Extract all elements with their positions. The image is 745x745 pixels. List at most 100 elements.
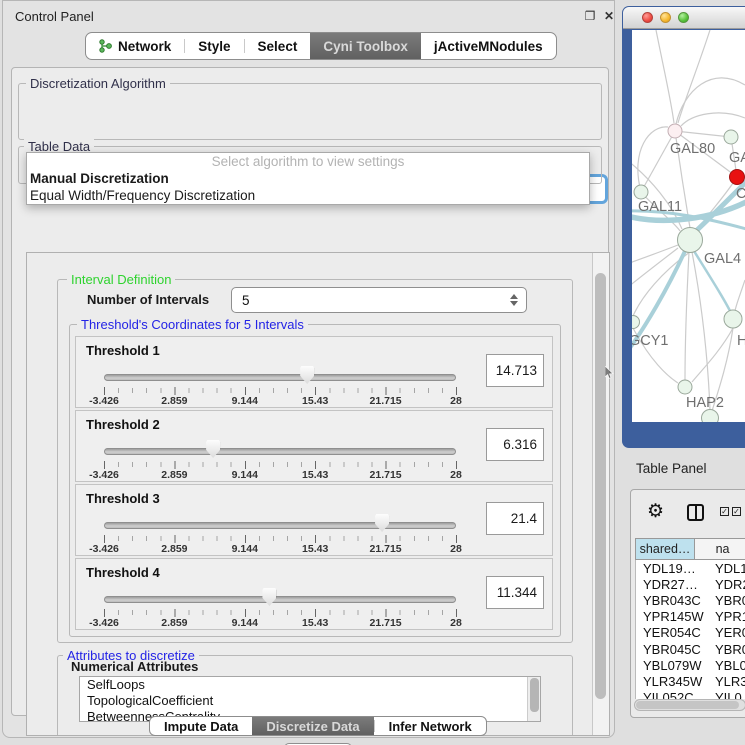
table-row[interactable]: YIL052CYIL0 bbox=[636, 690, 745, 700]
table-row[interactable]: YDL19…YDL1 bbox=[636, 560, 745, 576]
threshold-value-field[interactable]: 21.4 bbox=[486, 502, 544, 535]
threshold-3-panel: Threshold 3 -3.426 2.859 9.144 15.43 21.… bbox=[75, 484, 553, 556]
table-row[interactable]: YBL079WYBL0 bbox=[636, 657, 745, 673]
table-row[interactable]: YER054CYER0 bbox=[636, 625, 745, 641]
threshold-value-field[interactable]: 11.344 bbox=[486, 576, 544, 609]
threshold-slider-track[interactable] bbox=[104, 448, 456, 455]
tick-label: 9.144 bbox=[232, 395, 258, 407]
columns-icon[interactable] bbox=[687, 504, 704, 521]
table-panel-toolbar: ⚙ ✓ ✓ bbox=[631, 490, 745, 534]
numerical-attributes-label: Numerical Attributes bbox=[71, 659, 198, 674]
threshold-label: Threshold 3 bbox=[86, 491, 160, 506]
threshold-value-field[interactable]: 14.713 bbox=[486, 354, 544, 387]
slider-tick-labels: -3.426 2.859 9.144 15.43 21.715 28 bbox=[104, 543, 456, 555]
network-window-titlebar[interactable] bbox=[623, 7, 745, 29]
zoom-traffic-light-icon[interactable] bbox=[678, 12, 689, 23]
tab-infer-network[interactable]: Infer Network bbox=[375, 717, 486, 735]
list-item[interactable]: SelfLoops bbox=[80, 677, 540, 693]
threshold-slider-track[interactable] bbox=[104, 596, 456, 603]
tick-label: 15.43 bbox=[302, 617, 328, 629]
table-horizontal-scrollbar[interactable] bbox=[634, 699, 745, 711]
cell: YBR045C bbox=[636, 642, 709, 657]
tab-label: jActiveMNodules bbox=[434, 39, 543, 54]
threshold-slider-thumb[interactable] bbox=[375, 514, 389, 532]
cell: YBL079W bbox=[636, 658, 709, 673]
table-row[interactable]: YPR145WYPR1 bbox=[636, 609, 745, 625]
tick-label: 21.715 bbox=[370, 395, 402, 407]
tab-label: Discretize Data bbox=[266, 719, 359, 734]
cell: YBR0 bbox=[709, 593, 745, 608]
checkbox-checked-icon[interactable]: ✓ bbox=[720, 507, 729, 516]
dropdown-option-equal-width-frequency[interactable]: Equal Width/Frequency Discretization bbox=[27, 187, 589, 204]
table-row[interactable]: YLR345WYLR3 bbox=[636, 673, 745, 689]
network-graph bbox=[632, 30, 745, 422]
tab-style[interactable]: Style bbox=[185, 33, 243, 59]
minimize-traffic-light-icon[interactable] bbox=[660, 12, 671, 23]
cell: YDL19… bbox=[636, 561, 709, 576]
slider-tick-labels: -3.426 2.859 9.144 15.43 21.715 28 bbox=[104, 395, 456, 407]
control-panel-tabbar: Network Style Select Cyni Toolbox jActiv… bbox=[85, 32, 557, 60]
cell: YDR27… bbox=[636, 577, 709, 592]
group-title-thresholds: Threshold's Coordinates for 5 Intervals bbox=[77, 317, 308, 332]
table-panel-title: Table Panel bbox=[636, 461, 707, 476]
tab-label: Style bbox=[198, 39, 230, 54]
number-of-intervals-combobox[interactable]: 5 bbox=[231, 287, 527, 313]
threshold-1-panel: Threshold 1 -3.426 2.859 9.144 15.43 21.… bbox=[75, 336, 553, 408]
threshold-slider-track[interactable] bbox=[104, 374, 456, 381]
column-header-shared[interactable]: shared… bbox=[635, 539, 694, 559]
threshold-slider-track[interactable] bbox=[104, 522, 456, 529]
close-traffic-light-icon[interactable] bbox=[642, 12, 653, 23]
table-body: YDL19…YDL1 YDR27…YDR2 YBR043CYBR0 YPR145… bbox=[635, 560, 745, 699]
network-graph-icon bbox=[99, 39, 112, 53]
tick-label: 28 bbox=[450, 543, 462, 555]
tab-select[interactable]: Select bbox=[245, 33, 311, 59]
node-hap2 bbox=[678, 380, 692, 394]
algorithm-dropdown-popup: Select algorithm to view settings Manual… bbox=[26, 152, 590, 205]
tab-jactivemnodules[interactable]: jActiveMNodules bbox=[421, 33, 556, 59]
tab-cyni-toolbox[interactable]: Cyni Toolbox bbox=[310, 33, 421, 59]
threshold-slider-thumb[interactable] bbox=[206, 440, 220, 458]
threshold-value-field[interactable]: 6.316 bbox=[486, 428, 544, 461]
threshold-slider-thumb[interactable] bbox=[262, 588, 276, 606]
slider-major-ticks bbox=[104, 387, 457, 395]
column-header-name[interactable]: na bbox=[694, 539, 745, 559]
tick-label: 15.43 bbox=[302, 469, 328, 481]
node-gal11 bbox=[634, 185, 648, 199]
node-selected-red bbox=[730, 170, 745, 185]
table-row[interactable]: YDR27…YDR2 bbox=[636, 576, 745, 592]
settings-vertical-scrollbar[interactable] bbox=[592, 253, 609, 735]
number-of-intervals-label: Number of Intervals bbox=[87, 292, 209, 307]
tick-label: -3.426 bbox=[89, 617, 119, 629]
table-row[interactable]: YBR043CYBR0 bbox=[636, 592, 745, 608]
close-window-icon[interactable]: ✕ bbox=[602, 9, 616, 23]
checkbox-checked-icon[interactable]: ✓ bbox=[732, 507, 741, 516]
threshold-2-panel: Threshold 2 -3.426 2.859 9.144 15.43 21.… bbox=[75, 410, 553, 482]
list-item[interactable]: TopologicalCoefficient bbox=[80, 693, 540, 709]
list-vertical-scrollbar[interactable] bbox=[527, 677, 540, 721]
table-panel: ⚙ ✓ ✓ shared… na YDL19…YDL1 YDR27…YDR2 Y… bbox=[630, 489, 745, 718]
tick-label: 2.859 bbox=[161, 395, 187, 407]
dropdown-option-manual-discretization[interactable]: Manual Discretization bbox=[27, 170, 589, 187]
node-gal80 bbox=[668, 124, 682, 138]
tick-label: 9.144 bbox=[232, 617, 258, 629]
node-label-gal4: GAL4 bbox=[704, 251, 741, 267]
threshold-4-panel: Threshold 4 -3.426 2.859 9.144 15.43 21.… bbox=[75, 558, 553, 630]
node-gal4 bbox=[678, 228, 703, 253]
tick-label: 15.43 bbox=[302, 395, 328, 407]
mouse-cursor bbox=[605, 366, 614, 379]
table-header-row: shared… na bbox=[635, 538, 745, 560]
tab-discretize-data[interactable]: Discretize Data bbox=[252, 717, 373, 735]
gear-icon[interactable]: ⚙ bbox=[647, 500, 664, 523]
node-label-ga: GA bbox=[729, 150, 745, 166]
tab-network[interactable]: Network bbox=[86, 33, 184, 59]
cell: YBR043C bbox=[636, 593, 709, 608]
float-window-icon[interactable]: ❐ bbox=[583, 9, 597, 23]
network-canvas[interactable]: GAL80 GA C GAL11 GAL4 GCY1 H HAP2 bbox=[632, 30, 745, 422]
threshold-label: Threshold 2 bbox=[86, 417, 160, 432]
tab-label: Network bbox=[118, 39, 171, 54]
threshold-slider-thumb[interactable] bbox=[300, 366, 314, 384]
group-title-interval-definition: Interval Definition bbox=[67, 272, 175, 287]
table-row[interactable]: YBR045CYBR0 bbox=[636, 641, 745, 657]
cell: YIL052C bbox=[636, 690, 709, 699]
tab-impute-data[interactable]: Impute Data bbox=[150, 717, 252, 735]
